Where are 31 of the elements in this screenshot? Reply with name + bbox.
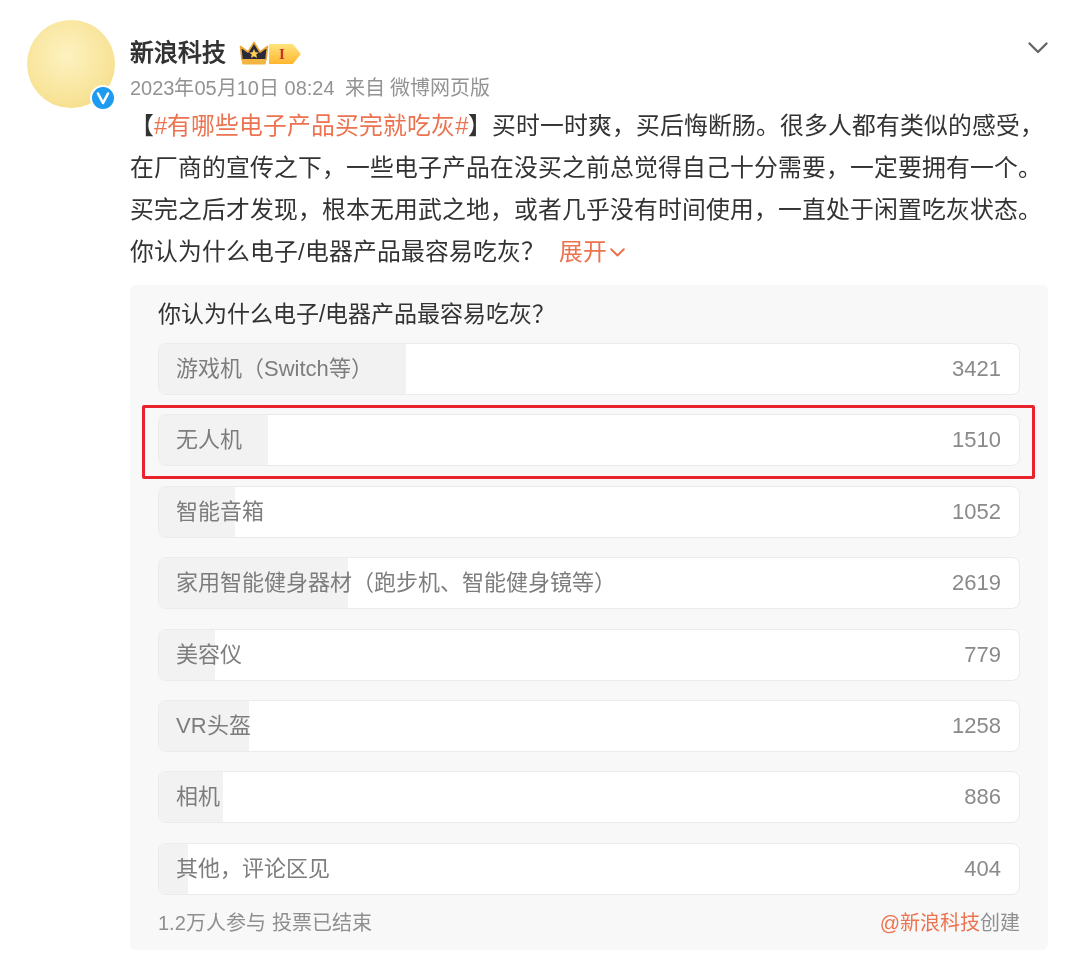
vote-count: 1258 [952,712,1001,739]
crown-icon [239,40,269,66]
post-text: 【#有哪些电子产品买完就吃灰#】买时一时爽，买后悔断肠。很多人都有类似的感受，在厂商的宣传之下，一些电子产品在没买之前总觉得自己十分需要，一定要拥有一个。买完之后才发现，根本无用武之地，或者几乎没有时间使用，一直处于闲置吃灰状态。你认为什么电子/电器产品最容易吃灰？ 展开 [130,105,1048,273]
poll-status: 投票已结束 [271,910,372,935]
vote-count: 779 [964,641,1001,668]
option-label: 智能音箱 [176,498,264,525]
chevron-down-icon [609,247,625,257]
vote-count: 1510 [952,427,1001,454]
chevron-down-icon[interactable] [1028,42,1048,54]
created-label: 创建 [980,911,1020,934]
vote-count: 2619 [952,570,1001,597]
participant-count: 1.2万人参与 [158,910,266,935]
option-label: 相机 [176,784,220,811]
hashtag-link[interactable]: #有哪些电子产品买完就吃灰# [154,112,469,139]
option-label: 家用智能健身器材（跑步机、智能健身镜等） [176,570,616,597]
option-label: 美容仪 [176,641,242,668]
option-label: 其他，评论区见 [176,855,330,882]
vote-count: 3421 [952,356,1001,382]
option-label: 游戏机（Switch等） [176,356,373,382]
creator-link[interactable]: @新浪科技 [879,911,980,934]
post-time[interactable]: 2023年05月10日 08:24 [130,76,335,100]
author-name[interactable]: 新浪科技 [130,38,226,68]
option-label: 无人机 [176,427,242,454]
vote-count: 1052 [952,498,1001,525]
option-label: VR头盔 [176,712,251,739]
vote-count: 886 [964,784,1001,811]
poll-title: 你认为什么电子/电器产品最容易吃灰？ [158,300,557,329]
member-level-tag[interactable]: I [269,44,301,64]
expand-link[interactable]: 展开 [558,231,625,273]
post-source: 来自 微博网页版 [344,76,491,100]
vote-count: 404 [964,855,1001,882]
